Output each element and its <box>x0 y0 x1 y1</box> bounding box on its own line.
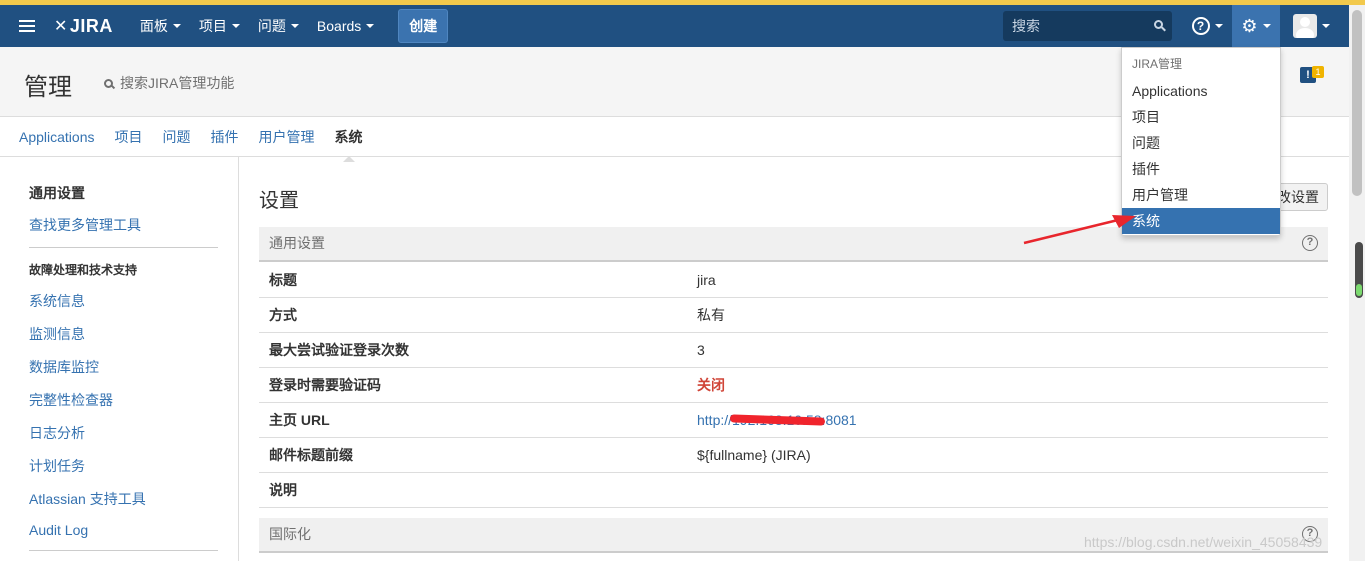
setting-value: 3 <box>697 342 705 358</box>
menu-item-user-management[interactable]: 用户管理 <box>1122 182 1280 208</box>
sidebar-item-database-monitoring[interactable]: 数据库监控 <box>29 357 238 377</box>
table-row: 邮件标题前缀 ${fullname} (JIRA) <box>259 438 1328 473</box>
table-row: 说明 <box>259 473 1328 508</box>
nav-issues-label: 问题 <box>257 18 286 34</box>
notification-badge: 1 <box>1312 66 1324 78</box>
jira-logo-icon: ✕ <box>54 18 68 35</box>
menu-item-projects[interactable]: 项目 <box>1122 104 1280 130</box>
help-icon[interactable]: ? <box>1302 235 1318 251</box>
setting-key: 标题 <box>269 272 297 288</box>
table-row: 方式 私有 <box>259 298 1328 333</box>
search-icon[interactable] <box>1154 20 1163 29</box>
avatar <box>1292 14 1317 38</box>
sidebar-item-support-tools[interactable]: Atlassian 支持工具 <box>29 489 238 509</box>
setting-key: 登录时需要验证码 <box>269 377 381 393</box>
captcha-status: 关闭 <box>697 377 725 393</box>
sidebar-item-logging-profiling[interactable]: 日志分析 <box>29 423 238 443</box>
setting-key: 邮件标题前缀 <box>269 447 353 463</box>
setting-key: 方式 <box>269 307 297 323</box>
jira-logo-text: JIRA <box>69 15 113 36</box>
menu-item-system[interactable]: 系统 <box>1122 208 1280 234</box>
setting-value: jira <box>697 272 716 288</box>
nav-projects[interactable]: 项目 <box>190 5 249 47</box>
base-url-link[interactable]: http://192.168.10.58:8081 <box>697 412 857 428</box>
chevron-down-icon <box>1262 24 1271 28</box>
setting-key: 最大尝试验证登录次数 <box>269 342 409 358</box>
sidebar: 通用设置 查找更多管理工具 故障处理和技术支持 系统信息 监测信息 数据库监控 … <box>0 157 239 561</box>
nav-issues[interactable]: 问题 <box>249 5 308 47</box>
user-profile-button[interactable] <box>1286 5 1336 47</box>
sidebar-item-system-info[interactable]: 系统信息 <box>29 291 238 311</box>
help-button[interactable]: ? <box>1186 5 1228 47</box>
sidebar-item-instrumentation[interactable]: 监测信息 <box>29 324 238 344</box>
menu-item-addons[interactable]: 插件 <box>1122 156 1280 182</box>
annotation-arrow-line <box>1023 218 1119 245</box>
nav-dashboards[interactable]: 面板 <box>131 5 190 47</box>
top-navigation-bar: ✕ JIRA 面板 项目 问题 Boards 创建 ? ⚙ <box>0 5 1349 47</box>
chevron-down-icon <box>172 24 181 28</box>
menu-item-applications[interactable]: Applications <box>1122 78 1280 104</box>
sidebar-item-audit-log[interactable]: Audit Log <box>29 522 238 538</box>
setting-value: 私有 <box>697 307 725 323</box>
gear-icon: ⚙ <box>1241 15 1258 36</box>
sidebar-divider <box>29 550 218 551</box>
setting-value: ${fullname} (JIRA) <box>697 447 811 463</box>
chevron-down-icon <box>231 24 240 28</box>
sidebar-item-more-tools[interactable]: 查找更多管理工具 <box>29 215 238 235</box>
admin-search[interactable]: 搜索JIRA管理功能 <box>104 73 234 93</box>
search-icon <box>104 78 113 88</box>
nav-projects-label: 项目 <box>198 18 227 34</box>
side-scroll-widget[interactable] <box>1355 242 1363 298</box>
nav-dashboards-label: 面板 <box>139 18 168 34</box>
page-title: 管理 <box>24 74 72 101</box>
tab-applications[interactable]: Applications <box>19 129 95 145</box>
section-title: 设置 <box>259 190 299 212</box>
annotation-arrow <box>1023 215 1136 245</box>
help-icon: ? <box>1191 17 1210 35</box>
sidebar-group-troubleshooting: 故障处理和技术支持 <box>29 263 138 277</box>
table-row: 登录时需要验证码 关闭 <box>259 368 1328 403</box>
search-input[interactable] <box>1012 18 1142 34</box>
tab-system[interactable]: 系统 <box>335 127 363 162</box>
watermark: https://blog.csdn.net/weixin_45058439 <box>1084 534 1323 550</box>
admin-search-label: 搜索JIRA管理功能 <box>120 75 235 91</box>
table-row: 主页 URL http://192.168.10.58:8081 <box>259 403 1328 438</box>
table-row: 最大尝试验证登录次数 3 <box>259 333 1328 368</box>
menu-icon[interactable] <box>0 5 54 47</box>
jira-logo[interactable]: ✕ JIRA <box>54 16 113 37</box>
internationalization-title: 国际化 <box>269 526 311 542</box>
admin-dropdown-menu: JIRA管理 Applications 项目 问题 插件 用户管理 系统 <box>1121 47 1281 236</box>
scrollbar-thumb[interactable] <box>1352 10 1362 196</box>
chevron-down-icon <box>290 24 299 28</box>
annotation-arrow-head <box>1112 215 1136 228</box>
chevron-down-icon <box>366 24 375 28</box>
chevron-down-icon <box>1214 24 1223 28</box>
menu-item-issues[interactable]: 问题 <box>1122 130 1280 156</box>
tab-user-management[interactable]: 用户管理 <box>259 127 315 147</box>
nav-boards-label: Boards <box>316 18 362 34</box>
create-button[interactable]: 创建 <box>398 9 449 43</box>
sidebar-divider <box>29 247 218 248</box>
sidebar-item-scheduler[interactable]: 计划任务 <box>29 456 238 476</box>
nav-boards[interactable]: Boards <box>308 5 383 47</box>
tab-issues[interactable]: 问题 <box>163 127 191 147</box>
tab-projects[interactable]: 项目 <box>115 127 143 147</box>
setting-key: 主页 URL <box>269 412 330 428</box>
settings-table: 标题 jira 方式 私有 最大尝试验证登录次数 3 登录时需要验证码 关闭 主… <box>259 263 1328 508</box>
table-row: 标题 jira <box>259 263 1328 298</box>
general-settings-title: 通用设置 <box>269 235 325 251</box>
sidebar-item-integrity-checker[interactable]: 完整性检查器 <box>29 390 238 410</box>
admin-settings-button[interactable]: ⚙ <box>1232 5 1280 47</box>
chevron-down-icon <box>1321 24 1330 28</box>
tab-addons[interactable]: 插件 <box>211 127 239 147</box>
sidebar-item-general-settings[interactable]: 通用设置 <box>29 183 238 203</box>
setting-key: 说明 <box>269 482 297 498</box>
dropdown-heading: JIRA管理 <box>1132 57 1183 71</box>
global-search <box>1003 11 1172 41</box>
